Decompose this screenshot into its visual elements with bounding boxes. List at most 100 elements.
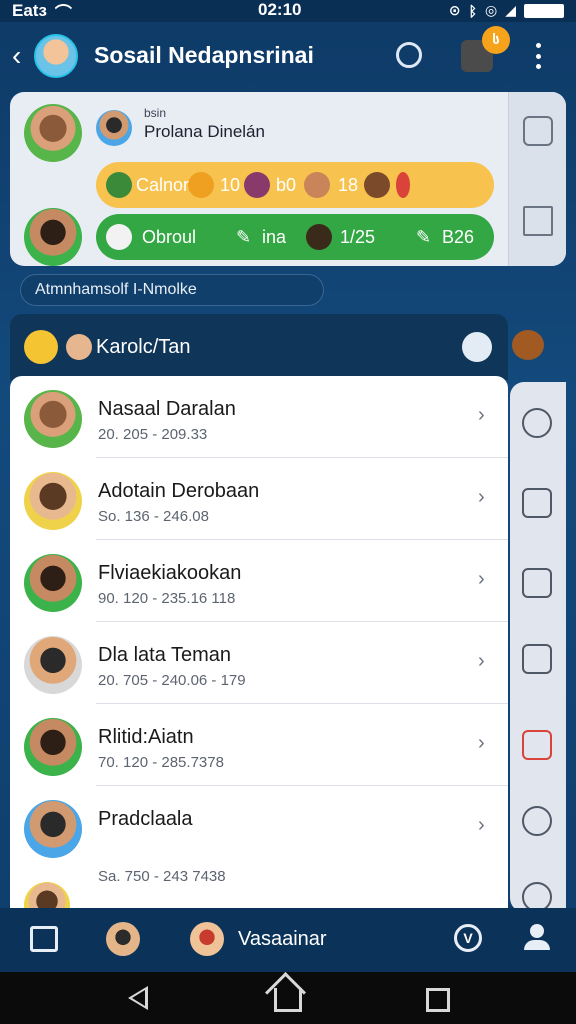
stats-green-value-1: ina xyxy=(262,226,287,247)
avatar xyxy=(24,554,82,612)
fire-icon xyxy=(396,172,410,198)
home-icon[interactable] xyxy=(523,116,553,146)
list-item[interactable]: Rlitid:Aiatn 70. 120 - 285.7378 › xyxy=(10,704,508,786)
avatar xyxy=(24,390,82,448)
secondary-avatar[interactable] xyxy=(24,208,82,266)
profile-avatar[interactable] xyxy=(24,104,82,162)
v-icon[interactable]: V xyxy=(454,924,482,952)
filter-icon[interactable] xyxy=(462,332,492,362)
home-icon[interactable] xyxy=(274,988,302,1012)
back-icon[interactable] xyxy=(128,986,148,1010)
stats-yellow-value-3: 18 xyxy=(338,174,359,195)
avatar xyxy=(24,800,82,858)
list-item-meta: So. 136 - 246.08 xyxy=(98,508,209,525)
list-item-name: Rlitid:Aiatn xyxy=(98,726,194,748)
play-icon[interactable] xyxy=(523,206,553,236)
nav-profile-label[interactable]: Vasaainar xyxy=(238,928,327,951)
list-item-meta: Sa. 750 - 243 7438 xyxy=(98,868,226,885)
recents-icon[interactable] xyxy=(426,988,450,1012)
clock: 02:10 xyxy=(258,0,302,19)
chevron-right-icon: › xyxy=(478,650,485,672)
list-item[interactable]: Pradclaala › Sa. 750 - 243 7438 xyxy=(10,786,508,908)
emoji-icon xyxy=(304,172,330,198)
list-title: Karolc/Tan xyxy=(96,336,191,358)
chevron-right-icon: › xyxy=(478,568,485,590)
chevron-right-icon: › xyxy=(478,814,485,836)
stats-green-value-2: 1/25 xyxy=(340,226,376,247)
avatar xyxy=(66,334,92,360)
stats-yellow-value-1: 10 xyxy=(220,174,241,195)
wifi-icon: ⌒ xyxy=(54,3,72,23)
list-item-name: Nasaal Daralan xyxy=(98,398,236,420)
signal-icon: ◢ xyxy=(505,2,516,18)
stats-yellow-value-2: b0 xyxy=(276,174,297,195)
list-item-name: Adotain Derobaan xyxy=(98,480,260,502)
avatar xyxy=(24,882,70,908)
list-item-name: Flviaekiakookan xyxy=(98,562,242,584)
contact-list: Nasaal Daralan 20. 205 - 209.33 › Adotai… xyxy=(10,376,508,908)
alarm-icon: ◎ xyxy=(485,2,498,18)
notification-badge: ს xyxy=(482,26,510,54)
emoji-icon xyxy=(512,330,544,360)
contact-card-icon[interactable] xyxy=(522,568,552,598)
list-item[interactable]: Nasaal Daralan 20. 205 - 209.33 › xyxy=(10,376,508,458)
list-header: Karolc/Tan xyxy=(10,314,508,380)
profile-name: Prolana Dinelán xyxy=(144,122,265,141)
list-item[interactable]: Dla lata Teman 20. 705 - 240.06 - 179 › xyxy=(10,622,508,704)
list-item-meta: 90. 120 - 235.16 118 xyxy=(98,590,236,607)
list-item[interactable]: Flviaekiakookan 90. 120 - 235.16 118 › xyxy=(10,540,508,622)
page-title: Sosail Nedapnsrinai xyxy=(94,42,314,68)
list-item-name: Dla lata Teman xyxy=(98,644,232,666)
target-icon[interactable] xyxy=(522,408,552,438)
status-bar: Eatз ⌒ 02:10 ⊙ ᛒ ◎ ◢ xyxy=(0,0,576,23)
list-item[interactable]: Adotain Derobaan So. 136 - 246.08 › xyxy=(10,458,508,540)
avatar xyxy=(24,472,82,530)
battery-icon xyxy=(524,3,564,18)
more-icon[interactable] xyxy=(528,40,548,72)
chevron-right-icon: › xyxy=(478,732,485,754)
profile-subtitle: bsin xyxy=(144,106,167,120)
tag-icon: ✎ xyxy=(416,226,432,247)
sync-icon[interactable] xyxy=(396,42,422,68)
profile-mini-avatar xyxy=(96,110,132,146)
home-icon[interactable] xyxy=(30,926,58,952)
system-nav-bar xyxy=(0,972,576,1024)
pen-icon: ✎ xyxy=(236,226,252,247)
emoji-icon xyxy=(106,172,132,198)
avatar[interactable] xyxy=(34,34,78,78)
search-input[interactable]: Atmnhamsolf I-Nmolke xyxy=(20,274,324,306)
list-item-name: Pradclaala xyxy=(98,808,193,830)
profile-card: bsin Prolana Dinelán Calnor 10 b0 18 Obr… xyxy=(10,92,566,266)
stats-green-label: Obroul xyxy=(142,226,197,247)
list-item-meta: 70. 120 - 285.7378 xyxy=(98,754,224,771)
add-icon[interactable] xyxy=(522,488,552,518)
stats-yellow-label: Calnor xyxy=(136,174,190,195)
list-item-meta: 20. 705 - 240.06 - 179 xyxy=(98,672,246,689)
card-side-actions xyxy=(508,92,566,266)
app-bar: ‹ Sosail Nedapnsrinai ს xyxy=(0,22,576,90)
stats-green-pill[interactable]: Obroul ✎ ina 1/25 ✎ B26 xyxy=(96,214,494,260)
phone-icon[interactable] xyxy=(522,730,552,760)
right-action-rail xyxy=(510,382,566,912)
emoji-icon xyxy=(244,172,270,198)
avatar xyxy=(24,718,82,776)
avatar xyxy=(24,636,82,694)
user-icon[interactable] xyxy=(524,924,550,954)
nav-avatar[interactable] xyxy=(106,922,140,956)
image-icon[interactable] xyxy=(522,644,552,674)
chevron-right-icon: › xyxy=(478,404,485,426)
smile-icon xyxy=(24,330,58,364)
carrier-label: Eatз xyxy=(12,1,47,20)
nav-profile-avatar[interactable] xyxy=(190,922,224,956)
bottom-nav: Vasaainar V xyxy=(0,908,576,972)
stats-yellow-pill[interactable]: Calnor 10 b0 18 xyxy=(96,162,494,208)
bluetooth-icon: ᛒ xyxy=(468,2,477,19)
stats-green-value-3: B26 xyxy=(442,226,475,247)
emoji-icon xyxy=(188,172,214,198)
back-icon[interactable]: ‹ xyxy=(12,40,21,72)
chat-icon[interactable] xyxy=(522,806,552,836)
emoji-icon xyxy=(364,172,390,198)
emoji-icon xyxy=(106,224,132,250)
list-item-meta: 20. 205 - 209.33 xyxy=(98,426,208,443)
emoji-icon xyxy=(306,224,332,250)
